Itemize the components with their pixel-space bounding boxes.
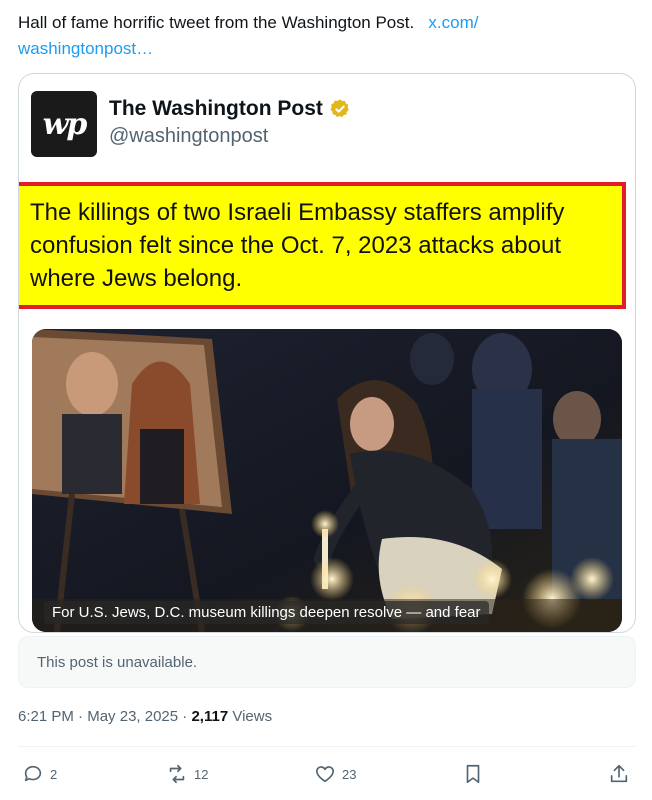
views-label: Views [232, 708, 273, 725]
quoted-post-card[interactable]: wp The Washington Post @washingtonpost T… [18, 73, 636, 633]
unavailable-notice: This post is unavailable. [18, 636, 636, 688]
logo-text: wp [42, 106, 88, 142]
post-date[interactable]: May 23, 2025 [87, 708, 178, 725]
bookmark-button[interactable] [462, 760, 484, 788]
share-icon [610, 764, 628, 783]
media-caption: For U.S. Jews, D.C. museum killings deep… [44, 601, 489, 624]
display-name[interactable]: The Washington Post [109, 97, 351, 121]
post-meta: 6:21 PM · May 23, 2025 · 2,117 Views [18, 708, 272, 725]
repost-button[interactable]: 12 [166, 760, 208, 788]
meta-separator: · [78, 708, 88, 725]
handle[interactable]: @washingtonpost [109, 125, 351, 148]
display-name-text[interactable]: The Washington Post [109, 97, 323, 121]
repost-count: 12 [194, 766, 209, 782]
like-button[interactable]: 23 [314, 760, 356, 788]
avatar[interactable]: wp [31, 91, 97, 157]
like-count: 23 [342, 766, 357, 782]
post-text: Hall of fame horrific tweet from the Was… [18, 10, 628, 62]
post-time[interactable]: 6:21 PM [18, 708, 74, 725]
post-body: Hall of fame horrific tweet from the Was… [18, 13, 415, 32]
divider [18, 746, 636, 747]
reply-icon [24, 765, 42, 782]
media-image[interactable]: For U.S. Jews, D.C. museum killings deep… [32, 329, 622, 632]
heart-icon [315, 766, 335, 783]
vigil-photo [32, 329, 622, 632]
views-count: 2,117 [191, 708, 229, 725]
author-names: The Washington Post @washingtonpost [109, 97, 351, 148]
bookmark-icon [466, 764, 480, 784]
reply-count: 2 [50, 766, 58, 782]
reply-button[interactable]: 2 [22, 760, 57, 788]
repost-icon [169, 764, 185, 784]
quoted-post-header: wp The Washington Post @washingtonpost [31, 91, 351, 161]
action-bar: 2 12 23 [18, 760, 636, 790]
share-button[interactable] [608, 760, 630, 788]
highlighted-headline: The killings of two Israeli Embassy staf… [19, 182, 626, 309]
headline-text: The killings of two Israeli Embassy staf… [30, 199, 565, 292]
verified-badge-icon [330, 99, 349, 118]
